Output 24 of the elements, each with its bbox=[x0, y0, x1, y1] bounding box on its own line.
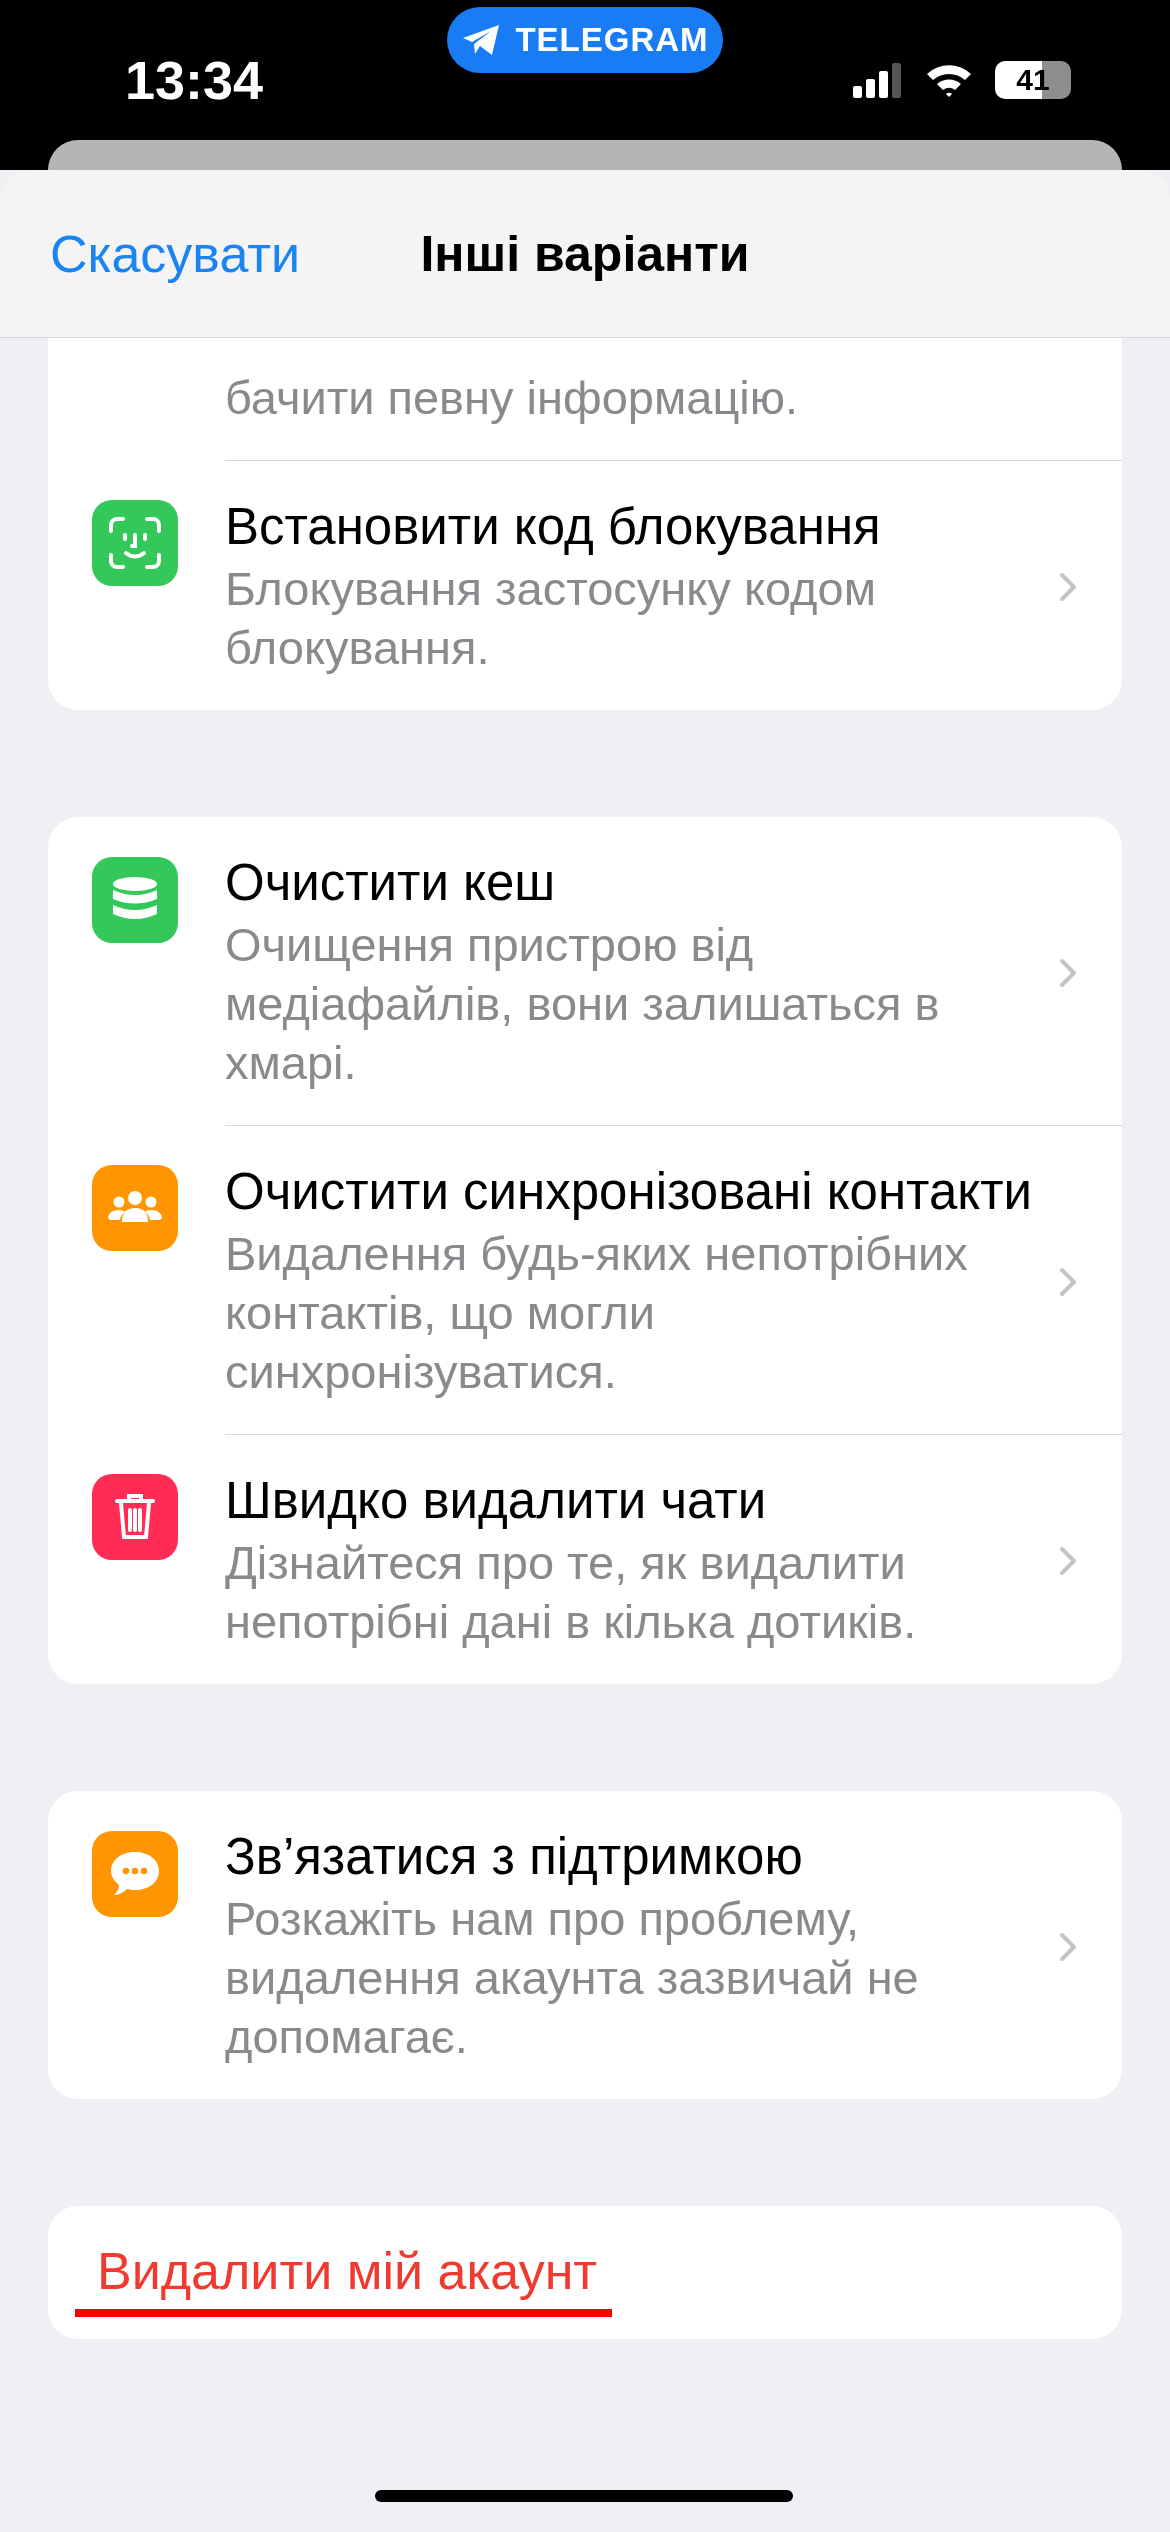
option-title[interactable]: Зв’язатися з підтримкою bbox=[225, 1827, 1059, 1887]
option-description: бачити певну інформацію. bbox=[225, 370, 800, 426]
option-title[interactable]: Встановити код блокування bbox=[225, 497, 1059, 557]
chevron-icon bbox=[1059, 572, 1077, 602]
paper-plane-icon bbox=[461, 23, 502, 57]
option-title[interactable]: Швидко видалити чати bbox=[225, 1471, 1059, 1531]
option-description: Видалення будь-яких непотрібних контактів, що могли синхронізуватися. bbox=[225, 1226, 969, 1400]
option-description: Очищення пристрою від медіафайлів, вони залишаться в хмарі. bbox=[225, 917, 941, 1091]
signal-icon bbox=[853, 62, 903, 98]
option-description: Розкажіть нам про проблему, видалення акаунта зазвичай не допомагає. bbox=[225, 1891, 920, 2065]
option-title[interactable]: Очистити кеш bbox=[225, 853, 1059, 913]
chevron-icon bbox=[1059, 1931, 1077, 1962]
option-title[interactable]: Очистити синхронізовані контакти bbox=[225, 1162, 1059, 1222]
app-pill[interactable]: TELEGRAM bbox=[447, 7, 723, 73]
status-time: 13:34 bbox=[125, 49, 265, 111]
delete-account-button[interactable]: Видалити мій акаунт bbox=[97, 2241, 598, 2301]
chevron-icon bbox=[1059, 1546, 1077, 1576]
sheet-title: Інші варіанти bbox=[419, 224, 751, 283]
option-description: Блокування застосунку кодом блокування. bbox=[225, 561, 877, 676]
battery-icon: 41 bbox=[995, 61, 1071, 99]
chevron-icon bbox=[1059, 957, 1077, 988]
option-description: Дізнайтеся про те, як видалити непотрібні дані в кілька дотиків. bbox=[225, 1535, 918, 1650]
wifi-icon bbox=[925, 62, 973, 98]
chevron-icon bbox=[1059, 1266, 1077, 1297]
